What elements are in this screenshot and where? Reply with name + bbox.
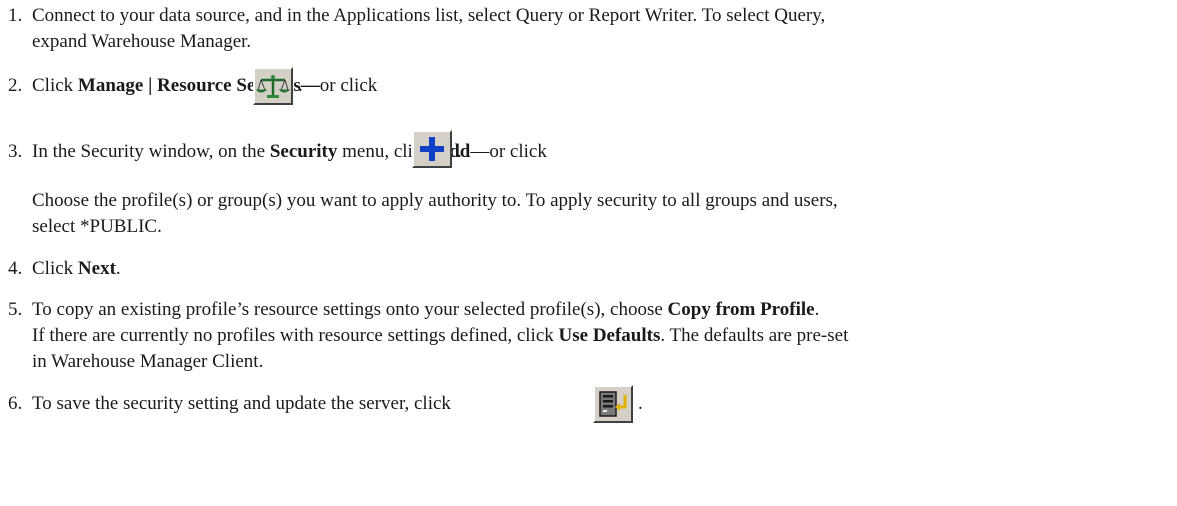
server-update-icon [599, 391, 627, 417]
step-3: 3. In the Security window, on the Securit… [8, 139, 547, 165]
scales-icon [255, 75, 291, 98]
resource-settings-button[interactable] [253, 67, 293, 105]
step-number: 5. [8, 299, 23, 320]
step-4: 4. Click Next. [8, 256, 121, 282]
step-5: 5. To copy an existing profile’s resource… [8, 297, 819, 323]
step-1-continued: expand Warehouse Manager. [32, 29, 251, 55]
step-text: expand Warehouse Manager. [32, 31, 252, 52]
step-3-note: Choose the profile(s) or group(s) you wa… [32, 188, 838, 214]
step-number: 3. [8, 141, 23, 162]
step-5-continued: If there are currently no profiles with … [32, 325, 849, 346]
step-5-continued-2: in Warehouse Manager Client. [32, 351, 264, 372]
step-2-period: . [298, 75, 303, 96]
step-number: 6. [8, 393, 23, 414]
step-2: 2. Click Manage | Resource Settings—or cl… [8, 73, 377, 99]
step-6: 6. To save the security setting and updat… [8, 391, 451, 417]
step-3-note-continued: select *PUBLIC. [32, 214, 162, 240]
option-name: Copy from Profile [667, 299, 815, 320]
note-text: select *PUBLIC. [32, 216, 162, 237]
step-number: 2. [8, 75, 23, 96]
save-update-server-button[interactable] [593, 385, 633, 423]
menu-name: Security [269, 141, 338, 162]
step-number: 4. [8, 258, 23, 279]
step-6-period: . [638, 393, 643, 414]
step-number: 1. [8, 5, 23, 26]
step-text: Connect to your data source, and in the … [32, 5, 826, 26]
option-name: Use Defaults [558, 325, 661, 346]
plus-icon [420, 137, 444, 161]
button-name: Next [77, 258, 116, 279]
note-text: Choose the profile(s) or group(s) you wa… [32, 190, 838, 211]
step-3-period: . [457, 141, 462, 162]
step-1: 1. Connect to your data source, and in th… [8, 3, 825, 29]
add-button[interactable] [412, 130, 452, 168]
